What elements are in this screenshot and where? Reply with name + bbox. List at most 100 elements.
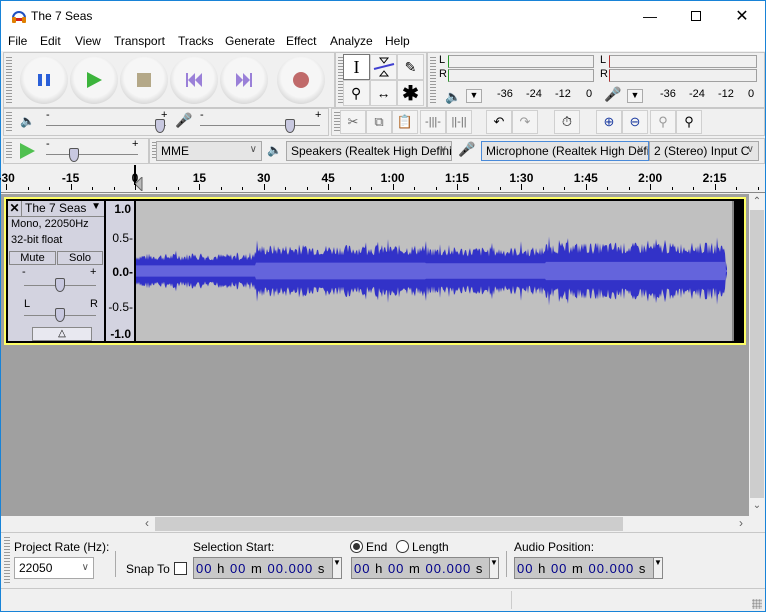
horizontal-scroll-thumb[interactable] bbox=[155, 517, 623, 531]
ruler-label: -30 bbox=[0, 171, 15, 185]
toolbar-grip[interactable] bbox=[6, 142, 12, 160]
skip-to-start-button[interactable] bbox=[170, 56, 218, 104]
record-meter-menu-button[interactable]: ▼ bbox=[627, 89, 643, 103]
record-volume-slider[interactable] bbox=[200, 125, 320, 126]
selection-tool-button[interactable]: I bbox=[343, 54, 370, 80]
maximize-button[interactable] bbox=[673, 1, 719, 31]
ruler-minor-tick bbox=[49, 187, 51, 190]
horizontal-scrollbar[interactable]: ‹ › bbox=[1, 516, 765, 532]
play-speed-slider[interactable] bbox=[46, 154, 138, 155]
track-close-button[interactable]: ✕ bbox=[8, 201, 22, 217]
mute-button[interactable]: Mute bbox=[9, 251, 56, 265]
trim-outside-selection-button[interactable]: -|||- bbox=[420, 110, 446, 134]
menu-tracks[interactable]: Tracks bbox=[178, 34, 214, 48]
playback-volume-slider[interactable] bbox=[46, 125, 166, 126]
stop-icon bbox=[137, 73, 151, 87]
paste-button[interactable]: 📋 bbox=[392, 110, 418, 134]
vertical-scrollbar[interactable]: ⌃ ⌄ bbox=[749, 194, 765, 516]
trim-audio-button[interactable]: ✂ bbox=[340, 110, 366, 134]
menu-effect[interactable]: Effect bbox=[286, 34, 316, 48]
close-button[interactable]: ✕ bbox=[719, 1, 765, 31]
selection-end-format-button[interactable]: ▼ bbox=[489, 557, 499, 579]
playback-scale-label: -24 bbox=[526, 88, 542, 100]
ruler-minor-tick bbox=[607, 187, 609, 190]
toolbar-grip[interactable] bbox=[4, 537, 10, 583]
menu-edit[interactable]: Edit bbox=[40, 34, 61, 48]
playback-meter-right[interactable] bbox=[448, 69, 594, 82]
audio-host-select[interactable]: MME ∨ bbox=[156, 141, 262, 161]
draw-tool-button[interactable]: ✎ bbox=[397, 54, 424, 80]
copy-button[interactable]: ⧉ bbox=[366, 110, 392, 134]
ruler-major-tick bbox=[457, 184, 458, 190]
recording-device-select[interactable]: Microphone (Realtek High Defi ∨ bbox=[481, 141, 649, 161]
play-button[interactable] bbox=[70, 56, 118, 104]
sync-lock-button[interactable]: ⏱ bbox=[554, 110, 580, 134]
scroll-right-button[interactable]: › bbox=[733, 516, 749, 532]
playback-device-select[interactable]: Speakers (Realtek High Definit ∨ bbox=[286, 141, 452, 161]
play-speed-thumb[interactable] bbox=[68, 148, 79, 162]
playback-meter-menu-button[interactable]: ▼ bbox=[466, 89, 482, 103]
record-meter-left[interactable] bbox=[609, 55, 757, 68]
stop-button[interactable] bbox=[120, 56, 168, 104]
fit-project-icon: ⚲ bbox=[684, 114, 694, 129]
scroll-up-button[interactable]: ⌃ bbox=[749, 196, 765, 210]
vertical-scroll-thumb[interactable] bbox=[750, 210, 764, 498]
recording-channels-select[interactable]: 2 (Stereo) Input C ∨ bbox=[649, 141, 759, 161]
snap-to-checkbox[interactable] bbox=[174, 562, 187, 575]
undo-button[interactable]: ↶ bbox=[486, 110, 512, 134]
time-shift-tool-button[interactable]: ↔ bbox=[370, 80, 397, 106]
timeline-ruler[interactable]: -30 -15 0 15 30 45 1:00 1:15 1:30 1:45 2:00 2:15 bbox=[0, 165, 765, 193]
audio-position-format-button[interactable]: ▼ bbox=[653, 557, 663, 579]
play-icon bbox=[20, 143, 35, 159]
pan-slider-thumb[interactable] bbox=[55, 308, 65, 322]
scroll-left-button[interactable]: ‹ bbox=[139, 516, 155, 532]
envelope-tool-button[interactable] bbox=[370, 54, 397, 80]
fit-selection-button[interactable]: ⚲ bbox=[650, 110, 676, 134]
scroll-down-button[interactable]: ⌄ bbox=[749, 500, 765, 514]
track-name: The 7 Seas bbox=[25, 201, 87, 215]
zoom-tool-button[interactable]: ⚲ bbox=[343, 80, 370, 106]
playback-meter-left[interactable] bbox=[448, 55, 594, 68]
silence-selection-button[interactable]: ||-|| bbox=[446, 110, 472, 134]
toolbar-grip[interactable] bbox=[6, 57, 12, 103]
solo-button[interactable]: Solo bbox=[57, 251, 103, 265]
toolbar-grip[interactable] bbox=[430, 57, 436, 103]
selection-start-time[interactable]: 00 h 00 m 00.000 s bbox=[193, 557, 341, 579]
audio-position-time[interactable]: 00 h 00 m 00.000 s bbox=[514, 557, 662, 579]
fit-project-button[interactable]: ⚲ bbox=[676, 110, 702, 134]
pause-button[interactable] bbox=[20, 56, 68, 104]
menu-analyze[interactable]: Analyze bbox=[330, 34, 373, 48]
clip-end-line bbox=[732, 201, 734, 341]
selection-start-label: Selection Start: bbox=[193, 540, 275, 554]
project-rate-select[interactable]: 22050 ∨ bbox=[14, 557, 94, 579]
zoom-in-button[interactable]: ⊕ bbox=[596, 110, 622, 134]
menu-generate[interactable]: Generate bbox=[225, 34, 275, 48]
minimize-button[interactable]: — bbox=[627, 1, 673, 31]
selection-start-format-button[interactable]: ▼ bbox=[332, 557, 342, 579]
length-radio[interactable] bbox=[396, 540, 409, 553]
menu-help[interactable]: Help bbox=[385, 34, 410, 48]
multi-tool-button[interactable]: ✱ bbox=[397, 80, 424, 106]
skip-to-end-button[interactable] bbox=[220, 56, 268, 104]
headphones-app-icon bbox=[12, 11, 26, 23]
amplitude-label: 0.0- bbox=[112, 265, 133, 279]
play-at-speed-button[interactable] bbox=[18, 142, 36, 163]
selection-end-time[interactable]: 00 h 00 m 00.000 s bbox=[351, 557, 499, 579]
toolbar-grip[interactable] bbox=[6, 112, 12, 132]
record-meter-right[interactable] bbox=[609, 69, 757, 82]
playback-volume-thumb[interactable] bbox=[155, 119, 165, 133]
record-button[interactable] bbox=[277, 56, 325, 104]
end-radio[interactable] bbox=[350, 540, 363, 553]
resize-grip-icon[interactable] bbox=[752, 599, 762, 609]
record-volume-thumb[interactable] bbox=[285, 119, 295, 133]
menu-view[interactable]: View bbox=[75, 34, 101, 48]
zoom-out-button[interactable]: ⊖ bbox=[622, 110, 648, 134]
waveform-display[interactable] bbox=[136, 201, 734, 341]
track-menu-button[interactable]: The 7 Seas ▼ bbox=[23, 201, 104, 217]
collapse-track-button[interactable]: △ bbox=[32, 327, 92, 341]
menu-file[interactable]: File bbox=[8, 34, 27, 48]
pan-right-label: R bbox=[90, 298, 98, 310]
menu-transport[interactable]: Transport bbox=[114, 34, 165, 48]
redo-button[interactable]: ↷ bbox=[512, 110, 538, 134]
gain-slider-thumb[interactable] bbox=[55, 278, 65, 292]
